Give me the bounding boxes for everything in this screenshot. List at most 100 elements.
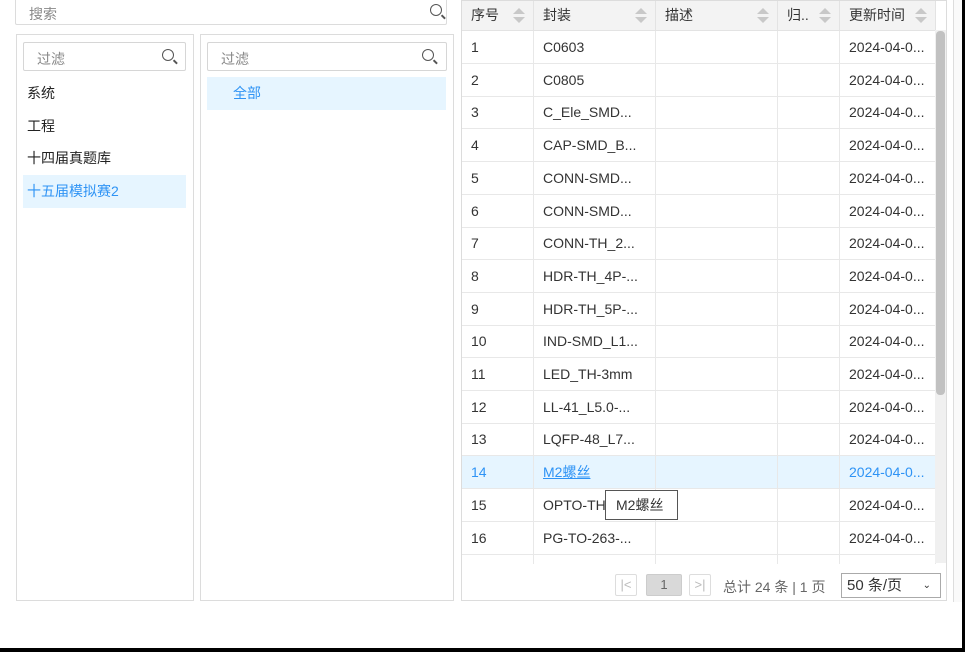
- search-icon[interactable]: [162, 49, 174, 61]
- table-cell: [778, 63, 840, 96]
- table-cell: 7: [462, 227, 534, 260]
- table-cell: 2024-04-0...: [840, 194, 936, 227]
- table-cell: 2024-04-0...: [840, 227, 936, 260]
- table-cell: [778, 31, 840, 63]
- table-cell: C0805: [534, 63, 656, 96]
- table-scrollbar[interactable]: [935, 30, 946, 563]
- filter-placeholder: 过滤: [221, 51, 249, 67]
- category-item[interactable]: 十四届真题库: [23, 142, 186, 175]
- table-row[interactable]: 1 C0603 2024-04-0...: [462, 31, 936, 64]
- table-cell: [778, 129, 840, 162]
- category-item[interactable]: 工程: [23, 110, 186, 143]
- table-cell: 11: [462, 358, 534, 390]
- table-row[interactable]: 8 HDR-TH_4P-... 2024-04-0...: [462, 259, 936, 293]
- table-cell: PG-TO-263-...: [534, 521, 656, 554]
- table-cell: QFN-24_L4...: [534, 554, 656, 564]
- category-filter-input[interactable]: 过滤: [23, 42, 186, 71]
- table-cell: [656, 96, 778, 129]
- table-row[interactable]: 3 C_Ele_SMD... 2024-04-0...: [462, 96, 936, 130]
- column-header-label: 序号: [471, 7, 499, 23]
- table-cell: [656, 554, 778, 564]
- table-cell: [778, 227, 840, 260]
- table-cell: C_Ele_SMD...: [534, 96, 656, 129]
- table-cell: LQFP-48_L7...: [534, 423, 656, 456]
- table-row[interactable]: 9 HDR-TH_5P-... 2024-04-0...: [462, 292, 936, 326]
- subcategory-item-all[interactable]: 全部: [207, 77, 446, 110]
- table-row[interactable]: 14 M2螺丝 2024-04-0...: [462, 456, 936, 490]
- category-item[interactable]: 系统: [23, 77, 186, 110]
- table-cell: 9: [462, 292, 534, 325]
- table-cell: [656, 31, 778, 63]
- table-cell: 2024-04-0...: [840, 63, 936, 96]
- table-cell: [778, 358, 840, 390]
- table-cell: 10: [462, 325, 534, 358]
- table-cell: 16: [462, 521, 534, 554]
- table-row[interactable]: 6 CONN-SMD... 2024-04-0...: [462, 194, 936, 228]
- table-cell: [778, 521, 840, 554]
- table-cell: 12: [462, 390, 534, 423]
- table-cell: 13: [462, 423, 534, 456]
- sort-icon[interactable]: [757, 8, 769, 24]
- scrollbar-thumb[interactable]: [936, 31, 945, 395]
- table-cell: 1: [462, 31, 534, 63]
- table-cell: [656, 456, 778, 489]
- table-cell: [656, 358, 778, 390]
- column-header-label: 更新时间: [849, 7, 905, 23]
- subcategory-panel: 过滤 全部: [200, 34, 454, 601]
- table-cell: [778, 325, 840, 358]
- table-cell: [656, 129, 778, 162]
- table-cell: [656, 423, 778, 456]
- table-cell: CONN-SMD...: [534, 161, 656, 194]
- category-item[interactable]: 十五届模拟赛2: [23, 174, 186, 208]
- table-cell: LL-41_L5.0-...: [534, 390, 656, 423]
- table-cell: [656, 161, 778, 194]
- table-cell: 2024-04-0...: [840, 292, 936, 325]
- table-cell: [778, 96, 840, 129]
- table-cell: CONN-TH_2...: [534, 227, 656, 260]
- table-row[interactable]: 7 CONN-TH_2... 2024-04-0...: [462, 227, 936, 261]
- sort-icon[interactable]: [819, 8, 831, 24]
- page-size-select[interactable]: 50 条/页 ⌄: [841, 573, 941, 598]
- table-row[interactable]: 4 CAP-SMD_B... 2024-04-0...: [462, 129, 936, 163]
- table-header: 序号 封装 描述 归.. 更新时间: [462, 1, 936, 31]
- column-header[interactable]: 封装: [534, 1, 656, 31]
- table-cell: 2024-04-0...: [840, 390, 936, 423]
- table-cell: 14: [462, 456, 534, 489]
- table-cell: [778, 259, 840, 292]
- page-size-value: 50 条/页: [847, 577, 903, 594]
- table-cell: 3: [462, 96, 534, 129]
- table-row[interactable]: 5 CONN-SMD... 2024-04-0...: [462, 161, 936, 195]
- column-header[interactable]: 描述: [656, 1, 778, 31]
- column-header[interactable]: 更新时间: [840, 1, 936, 31]
- last-page-button[interactable]: >|: [689, 574, 711, 596]
- search-icon[interactable]: [422, 49, 434, 61]
- table-cell: 17: [462, 554, 534, 564]
- column-header[interactable]: 序号: [462, 1, 534, 31]
- table-row[interactable]: 12 LL-41_L5.0-... 2024-04-0...: [462, 390, 936, 424]
- table-cell: 2024-04-0...: [840, 161, 936, 194]
- table-row[interactable]: 13 LQFP-48_L7... 2024-04-0...: [462, 423, 936, 457]
- subcategory-filter-input[interactable]: 过滤: [207, 42, 447, 71]
- table-cell: [778, 456, 840, 489]
- table-row[interactable]: 10 IND-SMD_L1... 2024-04-0...: [462, 325, 936, 359]
- search-input[interactable]: 搜索: [15, 0, 447, 25]
- table-cell: 8: [462, 259, 534, 292]
- table-row[interactable]: 11 LED_TH-3mm 2024-04-0...: [462, 358, 936, 391]
- table-row[interactable]: 16 PG-TO-263-... 2024-04-0...: [462, 521, 936, 555]
- category-panel: 过滤 系统 工程 十四届真题库 十五届模拟赛2: [16, 34, 194, 601]
- sort-icon[interactable]: [513, 8, 525, 24]
- first-page-button[interactable]: |<: [615, 574, 637, 596]
- column-header-label: 封装: [543, 7, 571, 23]
- table-cell: IND-SMD_L1...: [534, 325, 656, 358]
- table-cell: [778, 194, 840, 227]
- sort-icon[interactable]: [635, 8, 647, 24]
- table-cell: 2024-04-0...: [840, 456, 936, 489]
- column-header[interactable]: 归..: [778, 1, 840, 31]
- table-row[interactable]: 2 C0805 2024-04-0...: [462, 63, 936, 97]
- page-1-button[interactable]: 1: [646, 574, 682, 596]
- table-row[interactable]: 15 OPTO-TH... 2024-04-0...: [462, 488, 936, 522]
- sort-icon[interactable]: [915, 8, 927, 24]
- search-icon[interactable]: [430, 4, 442, 16]
- table-cell: [656, 521, 778, 554]
- table-row[interactable]: 17QFN-24_L4... 2024-04-0...: [462, 554, 936, 564]
